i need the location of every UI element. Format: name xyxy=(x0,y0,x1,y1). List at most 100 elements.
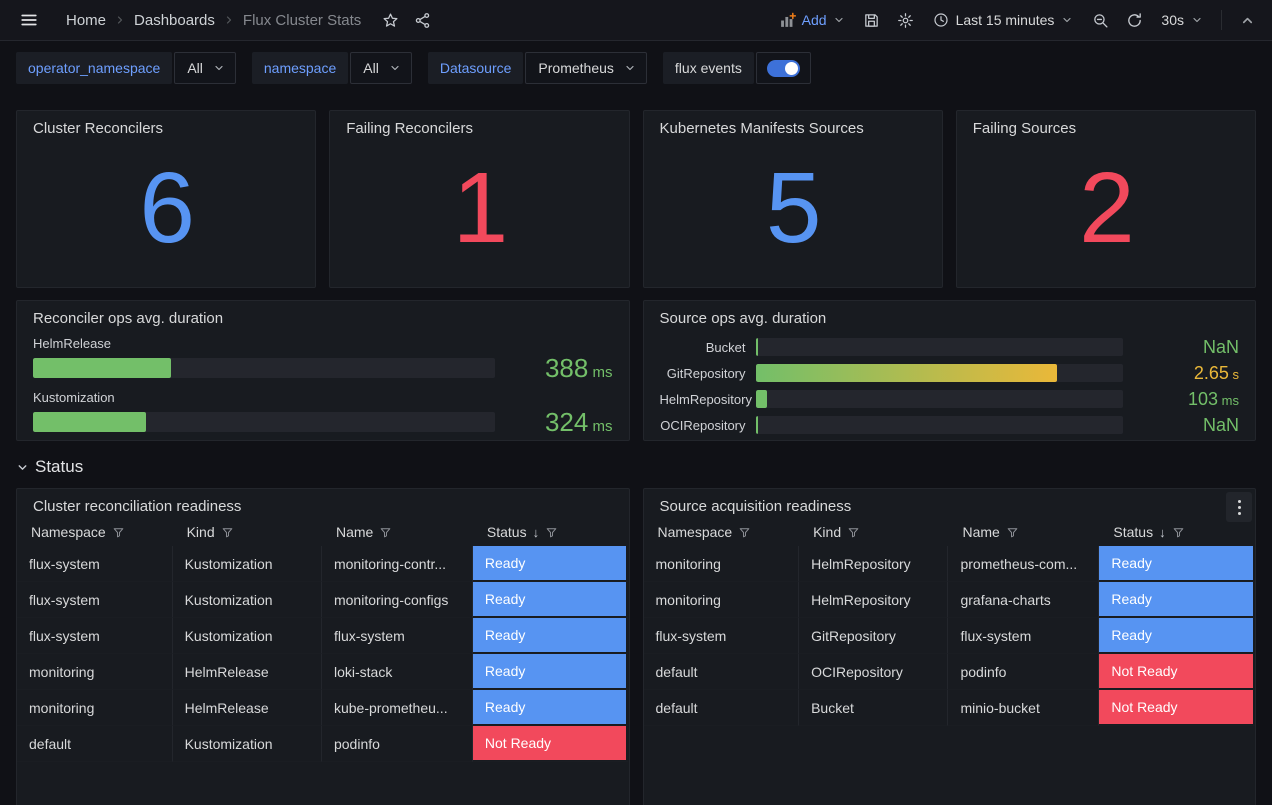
filter-funnel-icon[interactable] xyxy=(379,526,392,539)
table-cell: HelmRepository xyxy=(799,546,948,582)
gauge-row-helmrepository: HelmRepository103 ms xyxy=(660,386,1240,412)
table-cell: Kustomization xyxy=(173,726,322,762)
source-ops-panel: Source ops avg. duration BucketNaNGitRep… xyxy=(643,300,1257,441)
gauge-fill xyxy=(756,338,758,356)
variable-dropdown-namespace[interactable]: All xyxy=(350,52,412,84)
table-cell: flux-system xyxy=(322,618,473,654)
chevron-right-icon xyxy=(114,14,126,26)
filter-funnel-icon[interactable] xyxy=(112,526,125,539)
variable-namespace: namespaceAll xyxy=(252,52,412,84)
time-range-picker[interactable]: Last 15 minutes xyxy=(925,5,1082,35)
table-row: flux-systemKustomizationmonitoring-contr… xyxy=(17,546,629,582)
table-cell: Kustomization xyxy=(173,618,322,654)
column-header-status[interactable]: Status↓ xyxy=(1099,524,1255,540)
status-cell: Not Ready xyxy=(1099,690,1255,726)
star-icon[interactable] xyxy=(375,5,405,35)
column-label: Name xyxy=(336,524,373,540)
table-row: monitoringHelmRepositoryprometheus-com..… xyxy=(644,546,1256,582)
variable-operator-namespace: operator_namespace All xyxy=(16,52,236,84)
status-section-toggle[interactable]: Status xyxy=(16,456,1256,478)
dashboard-grid: Cluster Reconcilers6Failing Reconcilers1… xyxy=(0,110,1272,805)
variable-dropdown-datasource[interactable]: Prometheus xyxy=(525,52,646,84)
variable-label-operator-namespace: operator_namespace xyxy=(16,52,172,84)
table-panel-source-acquisition-readiness: Source acquisition readiness Namespace Kin… xyxy=(643,488,1257,805)
table-cell: flux-system xyxy=(17,618,173,654)
share-icon[interactable] xyxy=(407,5,437,35)
column-header-name[interactable]: Name xyxy=(322,524,473,540)
breadcrumb-home[interactable]: Home xyxy=(66,12,106,29)
gauge-row-gitrepository: GitRepository2.65 s xyxy=(660,360,1240,386)
zoom-out-time-icon[interactable] xyxy=(1085,5,1115,35)
table-cell: default xyxy=(17,726,173,762)
status-cell: Ready xyxy=(1099,546,1255,582)
status-cell: Not Ready xyxy=(473,726,629,762)
column-header-namespace[interactable]: Namespace xyxy=(644,524,800,540)
table-row: defaultBucketminio-bucketNot Ready xyxy=(644,690,1256,726)
table-cell: kube-prometheu... xyxy=(322,690,473,726)
panel-title[interactable]: Reconciler ops avg. duration xyxy=(17,301,629,326)
filter-funnel-icon[interactable] xyxy=(847,526,860,539)
chevron-down-icon xyxy=(213,62,225,74)
gauge-label: Bucket xyxy=(660,340,756,355)
status-cell: Ready xyxy=(1099,618,1255,654)
panel-title[interactable]: Source acquisition readiness xyxy=(644,489,1256,514)
add-panel-button[interactable]: Add xyxy=(771,5,853,35)
status-badge: Ready xyxy=(1099,546,1253,580)
gauge-fill xyxy=(756,364,1057,382)
breadcrumb: Home Dashboards Flux Cluster Stats xyxy=(66,5,437,35)
column-label: Name xyxy=(962,524,999,540)
filter-funnel-icon[interactable] xyxy=(1172,526,1185,539)
panel-title[interactable]: Cluster reconciliation readiness xyxy=(17,489,629,514)
bar-chart-plus-icon xyxy=(779,12,796,29)
column-header-kind[interactable]: Kind xyxy=(173,524,322,540)
table-cell: Bucket xyxy=(799,690,948,726)
table-row: defaultOCIRepositorypodinfoNot Ready xyxy=(644,654,1256,690)
top-navigation-bar: Home Dashboards Flux Cluster Stats Add xyxy=(0,0,1272,41)
gauge-track xyxy=(756,364,1124,382)
table-cell: monitoring-contr... xyxy=(322,546,473,582)
gauge-row-helmrelease: HelmRelease388 ms xyxy=(33,336,613,381)
column-label: Kind xyxy=(813,524,841,540)
gauge-label: GitRepository xyxy=(660,366,756,381)
collapse-topbar-chevron-up-icon[interactable] xyxy=(1232,5,1262,35)
settings-gear-icon[interactable] xyxy=(891,5,921,35)
stat-panel-failing-reconcilers: Failing Reconcilers1 xyxy=(329,110,629,288)
panel-title[interactable]: Source ops avg. duration xyxy=(644,301,1256,326)
column-header-namespace[interactable]: Namespace xyxy=(17,524,173,540)
breadcrumb-dashboards[interactable]: Dashboards xyxy=(134,12,215,29)
variable-dropdown-operator-namespace[interactable]: All xyxy=(174,52,236,84)
menu-toggle-icon[interactable] xyxy=(14,5,44,35)
filter-funnel-icon[interactable] xyxy=(545,526,558,539)
filter-funnel-icon[interactable] xyxy=(738,526,751,539)
column-header-name[interactable]: Name xyxy=(948,524,1099,540)
column-header-status[interactable]: Status↓ xyxy=(473,524,629,540)
status-badge: Ready xyxy=(473,690,627,724)
table-row: monitoringHelmRepositorygrafana-chartsRe… xyxy=(644,582,1256,618)
table-cell: flux-system xyxy=(948,618,1099,654)
refresh-interval-dropdown[interactable]: 30s xyxy=(1153,5,1211,35)
flux-events-toggle[interactable] xyxy=(756,52,811,84)
stat-value: 5 xyxy=(644,129,942,287)
filter-funnel-icon[interactable] xyxy=(221,526,234,539)
chevron-right-icon xyxy=(223,14,235,26)
status-badge: Ready xyxy=(1099,582,1253,616)
status-cell: Not Ready xyxy=(1099,654,1255,690)
refresh-icon[interactable] xyxy=(1119,5,1149,35)
table-cell: monitoring xyxy=(644,582,800,618)
table-cell: monitoring-configs xyxy=(322,582,473,618)
panel-menu-kebab-icon[interactable] xyxy=(1226,492,1252,522)
status-cell: Ready xyxy=(473,690,629,726)
save-dashboard-icon[interactable] xyxy=(857,5,887,35)
column-header-kind[interactable]: Kind xyxy=(799,524,948,540)
variable-value: All xyxy=(187,60,203,76)
sort-desc-arrow-icon: ↓ xyxy=(533,525,540,540)
filter-funnel-icon[interactable] xyxy=(1006,526,1019,539)
table-row: flux-systemKustomizationflux-systemReady xyxy=(17,618,629,654)
chevron-down-icon xyxy=(1061,14,1073,26)
chevron-down-icon xyxy=(16,461,29,474)
table-cell: GitRepository xyxy=(799,618,948,654)
gauge-track xyxy=(33,412,495,432)
stat-value: 2 xyxy=(957,129,1255,287)
table-row: flux-systemKustomizationmonitoring-confi… xyxy=(17,582,629,618)
gauge-fill xyxy=(756,416,758,434)
